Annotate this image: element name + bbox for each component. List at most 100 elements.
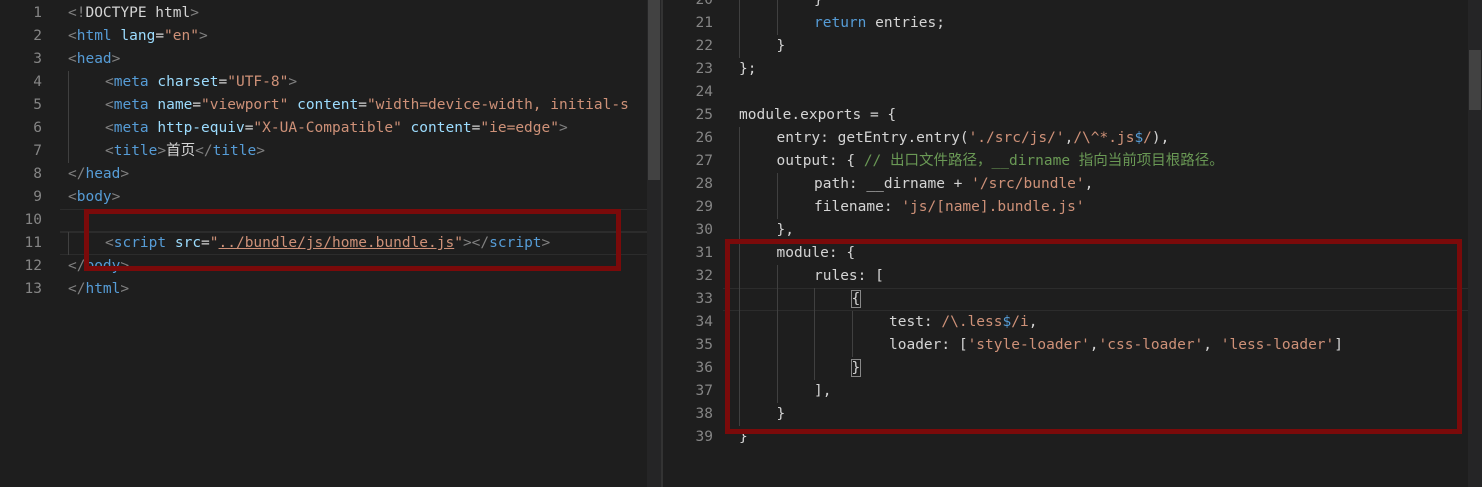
code-token: path: __dirname +: [814, 176, 972, 192]
line-number: 11: [24, 235, 42, 251]
code-text[interactable]: output: { // 出口文件路径，__dirname 指向当前项目根路径。: [777, 150, 1224, 173]
code-token: http-equiv: [148, 120, 245, 136]
line-number: 23: [695, 61, 713, 77]
code-token: "X-UA-Compatible": [253, 120, 402, 136]
code-token: =: [218, 74, 228, 90]
line-number: 37: [695, 383, 713, 399]
code-text[interactable]: <meta name="viewport" content="width=dev…: [105, 94, 629, 117]
code-token: </: [68, 258, 86, 274]
right-scrollbar[interactable]: [1468, 0, 1482, 487]
module-rules-highlight-box: [725, 239, 1462, 434]
code-text[interactable]: filename: 'js/[name].bundle.js': [814, 196, 1085, 219]
code-text[interactable]: }: [814, 0, 823, 12]
code-text[interactable]: <!DOCTYPE html>: [68, 2, 199, 25]
left-scrollbar[interactable]: [647, 0, 661, 487]
code-text[interactable]: <html lang="en">: [68, 25, 208, 48]
code-token: charset: [148, 74, 219, 90]
code-token: "viewport": [201, 97, 289, 113]
code-token: "width=device-width, initial-s: [366, 97, 629, 113]
code-token: >: [256, 143, 265, 159]
indent-guide: [68, 232, 69, 255]
line-number: 38: [695, 406, 713, 422]
script-tag-highlight-box: [84, 209, 621, 271]
code-text[interactable]: <title>首页</title>: [105, 140, 265, 163]
line-number: 13: [24, 281, 42, 297]
code-token: '/src/bundle': [971, 176, 1085, 192]
code-token: /: [1143, 130, 1152, 146]
indent-guide: [68, 117, 69, 140]
code-token: content: [401, 120, 472, 136]
line-number: 5: [33, 97, 42, 113]
line-number: 28: [695, 176, 713, 192]
line-number: 10: [24, 212, 42, 228]
code-token: filename:: [814, 199, 902, 215]
code-text[interactable]: entry: getEntry.entry('./src/js/',/\^*.j…: [777, 127, 1170, 150]
code-token: >: [190, 5, 199, 21]
code-text[interactable]: <meta http-equiv="X-UA-Compatible" conte…: [105, 117, 568, 140]
indent-guide: [776, 0, 778, 12]
line-number: 26: [695, 130, 713, 146]
code-text[interactable]: </head>: [68, 163, 129, 186]
code-token: >: [111, 51, 121, 67]
left-editor-pane[interactable]: 1 <!DOCTYPE html> 2 <html lang="en"> 3 <head>…: [0, 0, 661, 487]
line-number: 3: [33, 51, 42, 67]
code-token: meta: [113, 120, 149, 136]
right-scrollbar-thumb[interactable]: [1469, 50, 1481, 110]
code-text[interactable]: </html>: [68, 278, 129, 301]
code-token: content: [288, 97, 359, 113]
code-text[interactable]: };: [739, 58, 756, 81]
code-token: <: [68, 51, 77, 67]
code-text[interactable]: <meta charset="UTF-8">: [105, 71, 297, 94]
indent-guide: [739, 127, 740, 150]
code-token: body: [76, 189, 112, 205]
code-text[interactable]: }: [777, 35, 786, 58]
code-token: }: [776, 38, 786, 54]
code-token: =: [358, 97, 367, 113]
line-number: 25: [695, 107, 713, 123]
code-text[interactable]: module.exports = {: [739, 104, 896, 127]
code-token: <: [105, 143, 114, 159]
code-text[interactable]: return entries;: [814, 12, 945, 35]
code-text[interactable]: <head>: [68, 48, 120, 71]
line-number: 21: [695, 15, 713, 31]
code-token: name: [148, 97, 193, 113]
code-token: title: [113, 143, 158, 159]
code-token: };: [739, 61, 757, 77]
code-token: </: [195, 143, 213, 159]
code-token: lang: [111, 28, 156, 44]
code-token: entries;: [866, 15, 945, 31]
line-number: 29: [695, 199, 713, 215]
line-number: 6: [33, 120, 42, 136]
code-token: ,: [1084, 176, 1094, 192]
left-scrollbar-thumb[interactable]: [648, 0, 660, 180]
code-token: // 出口文件路径，__dirname 指向当前项目根路径。: [863, 153, 1224, 169]
code-token: './src/js/': [968, 130, 1065, 146]
indent-guide: [776, 12, 778, 35]
code-token: >: [120, 281, 130, 297]
code-token: /\^*.js: [1073, 130, 1135, 146]
line-number: 20: [695, 0, 713, 8]
code-token: </: [68, 281, 86, 297]
indent-guide: [776, 196, 778, 219]
code-token: meta: [113, 74, 149, 90]
code-token: >: [120, 166, 130, 182]
line-number: 24: [695, 84, 713, 100]
line-number: 4: [33, 74, 42, 90]
code-token: html: [85, 281, 121, 297]
line-number: 33: [695, 291, 713, 307]
code-token: head: [85, 166, 121, 182]
line-number: 30: [695, 222, 713, 238]
line-number: 22: [695, 38, 713, 54]
code-token: },: [776, 222, 794, 238]
line-number: 35: [695, 337, 713, 353]
code-token: meta: [113, 97, 149, 113]
code-text[interactable]: <body>: [68, 186, 120, 209]
right-editor-pane[interactable]: 20} 21 return entries; 22} 23}; 24 25 module.ex…: [663, 0, 1482, 487]
code-token: >: [198, 28, 208, 44]
indent-guide: [68, 94, 69, 117]
code-token: "UTF-8": [227, 74, 289, 90]
code-text[interactable]: path: __dirname + '/src/bundle',: [814, 173, 1093, 196]
indent-guide: [739, 0, 740, 12]
code-token: module.exports = {: [739, 107, 897, 123]
code-token: <: [68, 28, 77, 44]
